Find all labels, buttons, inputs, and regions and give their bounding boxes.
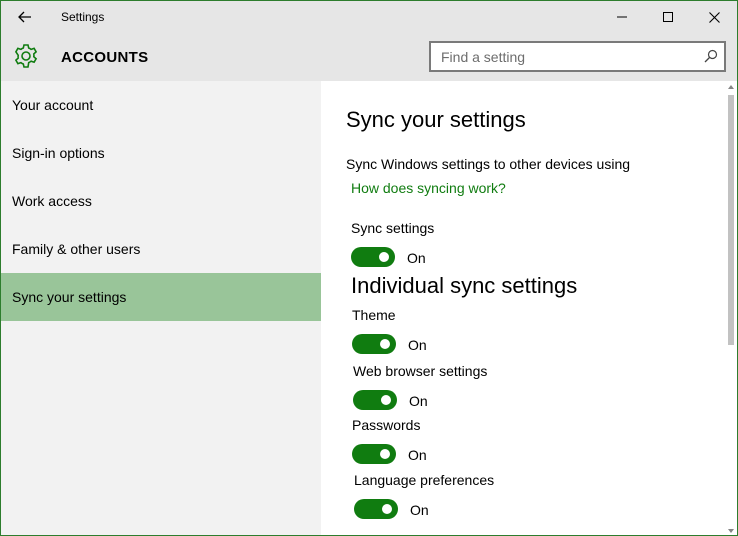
- sync-description: Sync Windows settings to other devices u…: [346, 156, 631, 172]
- scroll-up-arrow-icon[interactable]: [727, 83, 735, 91]
- web-browser-settings-state: On: [409, 393, 428, 409]
- sidebar-item-label: Family & other users: [12, 241, 141, 257]
- language-preferences-state: On: [410, 502, 429, 518]
- scroll-down-arrow-icon[interactable]: [727, 527, 735, 535]
- back-arrow-icon: [18, 11, 31, 23]
- sidebar-item-label: Work access: [12, 193, 92, 209]
- settings-window: Settings ACCOUNTS Find a setting Your ac…: [0, 0, 738, 536]
- language-preferences-toggle[interactable]: [354, 499, 398, 519]
- how-syncing-works-link[interactable]: How does syncing work?: [351, 180, 506, 196]
- sidebar-item-label: Sign-in options: [12, 145, 105, 161]
- toggle-knob: [379, 252, 389, 262]
- scroll-thumb[interactable]: [728, 95, 734, 345]
- back-button[interactable]: [7, 3, 43, 31]
- sidebar-item-label: Sync your settings: [12, 289, 127, 305]
- sidebar-item-sync-your-settings[interactable]: Sync your settings: [1, 273, 321, 321]
- passwords-state: On: [408, 447, 427, 463]
- close-button[interactable]: [691, 1, 737, 33]
- minimize-icon: [617, 16, 627, 18]
- passwords-label: Passwords: [352, 417, 421, 433]
- search-icon[interactable]: [704, 49, 718, 63]
- individual-sync-heading: Individual sync settings: [351, 273, 578, 298]
- toggle-knob: [382, 504, 392, 514]
- maximize-button[interactable]: [645, 1, 691, 33]
- sidebar-item-your-account[interactable]: Your account: [1, 81, 321, 129]
- search-input[interactable]: [431, 43, 691, 70]
- language-preferences-label: Language preferences: [354, 472, 495, 488]
- sync-settings-state: On: [407, 250, 426, 266]
- toggle-knob: [380, 339, 390, 349]
- theme-state: On: [408, 337, 427, 353]
- gear-icon: [14, 44, 38, 68]
- sidebar-item-label: Your account: [12, 97, 94, 113]
- sidebar-item-sign-in-options[interactable]: Sign-in options: [1, 129, 321, 177]
- sync-settings-toggle[interactable]: [351, 247, 395, 267]
- maximize-icon: [663, 12, 673, 22]
- title-bar: Settings: [1, 1, 737, 33]
- search-box[interactable]: [429, 41, 726, 72]
- web-browser-settings-toggle[interactable]: [353, 390, 397, 410]
- theme-label: Theme: [352, 307, 396, 323]
- close-icon: [708, 11, 720, 23]
- theme-toggle[interactable]: [352, 334, 396, 354]
- content-pane: Sync your settings Sync Windows settings…: [321, 81, 725, 535]
- page-title: Sync your settings: [346, 107, 526, 132]
- minimize-button[interactable]: [599, 1, 645, 33]
- window-title: Settings: [61, 10, 105, 24]
- web-browser-settings-label: Web browser settings: [353, 363, 488, 379]
- sync-settings-label: Sync settings: [351, 220, 435, 236]
- page-header: ACCOUNTS: [1, 33, 737, 81]
- content-scrollbar[interactable]: [725, 81, 737, 535]
- sidebar: Your account Sign-in options Work access…: [1, 81, 321, 535]
- sidebar-item-work-access[interactable]: Work access: [1, 177, 321, 225]
- section-title: ACCOUNTS: [61, 49, 149, 66]
- toggle-knob: [380, 449, 390, 459]
- passwords-toggle[interactable]: [352, 444, 396, 464]
- toggle-knob: [381, 395, 391, 405]
- sidebar-item-family-other-users[interactable]: Family & other users: [1, 225, 321, 273]
